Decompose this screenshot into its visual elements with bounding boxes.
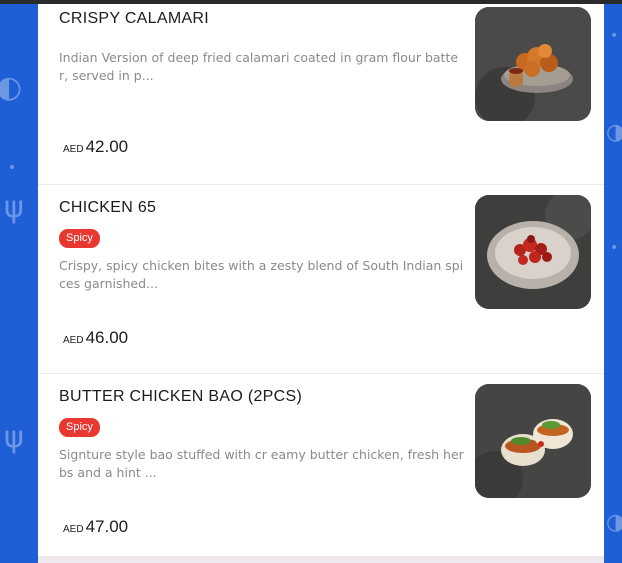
item-description: Signture style bao stuffed with cr eamy … <box>59 447 464 480</box>
item-name: BUTTER CHICKEN BAO (2PCS) <box>59 388 303 405</box>
menu-item[interactable]: BUTTER CHICKEN BAO (2PCS) Spicy Signture… <box>38 374 604 563</box>
spicy-badge: Spicy <box>59 418 100 437</box>
menu-item[interactable]: CRISPY CALAMARI Indian Version of deep f… <box>38 4 604 185</box>
price-amount: 42.00 <box>85 137 129 156</box>
menu-list: CRISPY CALAMARI Indian Version of deep f… <box>38 4 604 563</box>
bao-buns-icon <box>475 384 591 498</box>
price-currency: AED <box>63 144 84 155</box>
price-amount: 47.00 <box>85 517 129 536</box>
dot-icon: • <box>610 28 619 44</box>
spicy-badge: Spicy <box>59 229 100 248</box>
plate-icon: ◑ <box>606 510 622 535</box>
dot-icon: • <box>610 240 619 256</box>
item-name: CRISPY CALAMARI <box>59 10 210 27</box>
menu-item[interactable]: CHICKEN 65 Spicy Crispy, spicy chicken b… <box>38 185 604 374</box>
price-amount: 46.00 <box>85 328 129 347</box>
item-price: AED 47.00 <box>63 517 128 537</box>
item-image[interactable] <box>475 7 591 121</box>
price-currency: AED <box>63 335 84 346</box>
dot-icon: • <box>8 160 17 176</box>
plate-icon: ◑ <box>606 120 622 145</box>
item-image[interactable] <box>475 384 591 498</box>
fork-icon: ψ <box>4 190 24 225</box>
item-name: CHICKEN 65 <box>59 199 157 216</box>
fried-calamari-bowl-icon <box>475 7 591 121</box>
chicken-65-plate-icon <box>475 195 591 309</box>
item-price: AED 46.00 <box>63 328 128 348</box>
price-currency: AED <box>63 524 84 535</box>
plate-icon: ◐ <box>0 70 23 105</box>
list-bottom-edge <box>38 556 604 563</box>
item-image[interactable] <box>475 195 591 309</box>
item-price: AED 42.00 <box>63 137 128 157</box>
fork-icon: ψ <box>4 420 24 455</box>
item-description: Crispy, spicy chicken bites with a zesty… <box>59 258 464 291</box>
item-description: Indian Version of deep fried calamari co… <box>59 50 459 83</box>
